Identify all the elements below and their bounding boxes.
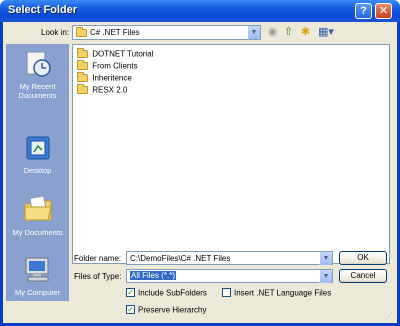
folder-icon [77, 83, 88, 94]
back-icon[interactable]: ◉ [266, 26, 279, 39]
cancel-button[interactable]: Cancel [339, 269, 387, 283]
place-my-documents[interactable]: My Documents [6, 194, 69, 237]
recent-documents-icon [26, 51, 51, 77]
folder-icon [76, 27, 87, 37]
place-my-recent-documents[interactable]: My Recent Documents [6, 50, 69, 100]
folder-name: Inheritence [92, 73, 132, 83]
include-subfolders-checkbox[interactable]: ✓ Include SubFolders [126, 288, 207, 298]
folder-icon [77, 47, 88, 58]
dialog-body: Look in: C# .NET Files ▼ ◉ ⇧ ✱ ▦▾ My Rec… [3, 22, 397, 323]
place-label: My Documents [12, 228, 63, 237]
dialog-window: Select Folder ? ✕ Look in: C# .NET Files… [0, 0, 400, 326]
look-in-value: C# .NET Files [90, 28, 140, 37]
folder-list[interactable]: DOTNET Tutorial From Clients Inheritence… [72, 44, 390, 264]
folder-name-label: Folder name: [74, 254, 122, 263]
files-of-type-value: All Files (*.*) [130, 271, 177, 280]
insert-net-language-files-checkbox[interactable]: Insert .NET Language Files [222, 288, 332, 298]
desktop-icon [26, 136, 49, 160]
list-item[interactable]: DOTNET Tutorial [77, 47, 154, 59]
folder-name: RESX 2.0 [92, 85, 128, 95]
close-button[interactable]: ✕ [375, 3, 392, 19]
folder-name-field[interactable]: C:\DemoFiles\C# .NET Files ▼ [126, 251, 333, 265]
chevron-down-icon[interactable]: ▼ [247, 26, 260, 39]
place-my-computer[interactable]: My Computer [6, 256, 69, 297]
my-documents-icon [24, 195, 52, 221]
chevron-down-icon[interactable]: ▼ [319, 252, 332, 265]
insert-net-language-files-label: Insert .NET Language Files [234, 288, 332, 298]
preserve-hierarchy-label: Preserve Hierarchy [138, 305, 207, 315]
window-title: Select Folder [8, 4, 78, 16]
views-menu-icon[interactable]: ▦▾ [316, 26, 336, 39]
folder-name: From Clients [92, 61, 138, 71]
places-bar: My Recent Documents Desktop My Documents [6, 44, 69, 301]
place-label: My Recent Documents [18, 82, 57, 100]
folder-icon [77, 71, 88, 82]
place-desktop[interactable]: Desktop [6, 134, 69, 175]
look-in-label: Look in: [41, 28, 70, 37]
folder-name-value: C:\DemoFiles\C# .NET Files [130, 254, 231, 263]
help-button[interactable]: ? [355, 3, 372, 19]
checkbox-empty-icon[interactable] [222, 288, 231, 298]
check-mark-icon[interactable]: ✓ [126, 305, 135, 315]
place-label: My Computer [14, 288, 60, 297]
files-of-type-label: Files of Type: [74, 272, 122, 281]
folder-name: DOTNET Tutorial [92, 49, 154, 59]
ok-button[interactable]: OK [339, 251, 387, 265]
list-item[interactable]: From Clients [77, 59, 138, 71]
resize-grip-icon[interactable]: ⋰ [385, 311, 395, 321]
my-computer-icon [25, 257, 48, 282]
preserve-hierarchy-checkbox[interactable]: ✓ Preserve Hierarchy [126, 305, 207, 315]
place-label: Desktop [23, 166, 52, 175]
list-item[interactable]: Inheritence [77, 71, 132, 83]
up-folder-icon[interactable]: ⇧ [282, 26, 295, 39]
check-mark-icon[interactable]: ✓ [126, 288, 135, 298]
files-of-type-dropdown[interactable]: All Files (*.*) ▼ [126, 269, 333, 283]
look-in-dropdown[interactable]: C# .NET Files ▼ [72, 25, 261, 40]
chevron-down-icon[interactable]: ▼ [319, 270, 332, 283]
new-folder-icon[interactable]: ✱ [299, 26, 312, 39]
folder-icon [77, 59, 88, 70]
title-bar[interactable]: Select Folder ? ✕ [0, 0, 400, 22]
list-item[interactable]: RESX 2.0 [77, 83, 128, 95]
include-subfolders-label: Include SubFolders [138, 288, 207, 298]
